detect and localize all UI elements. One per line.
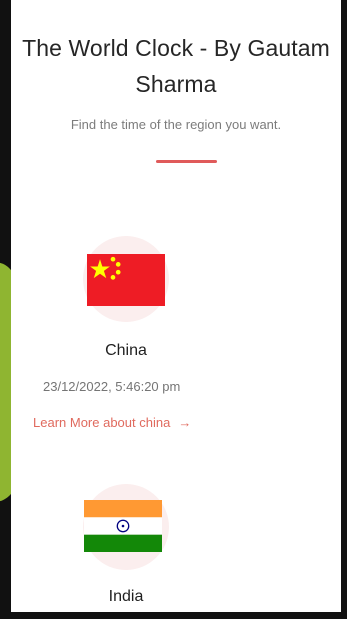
learn-more-label: Learn More about china bbox=[33, 415, 171, 430]
china-flag-icon bbox=[87, 254, 165, 306]
country-name: China bbox=[105, 342, 147, 359]
arrow-right-icon: → bbox=[178, 415, 192, 430]
page-subtitle: Find the time of the region you want. bbox=[70, 117, 282, 132]
country-time: 23/12/2022, 5:46:20 pm bbox=[43, 379, 181, 394]
page-title: The World Clock - By Gautam Sharma bbox=[11, 30, 341, 102]
window-frame-right bbox=[341, 0, 347, 619]
page-title-line-2: Sharma bbox=[135, 71, 217, 97]
learn-more-link-china[interactable]: Learn More about china → bbox=[33, 415, 191, 430]
country-name: India bbox=[108, 588, 144, 605]
window-frame-bottom bbox=[0, 612, 347, 619]
india-flag-icon bbox=[84, 500, 162, 552]
world-clock-page: The World Clock - By Gautam Sharma Find … bbox=[11, 0, 341, 612]
title-divider bbox=[156, 160, 217, 163]
page-title-line-1: The World Clock - By Gautam bbox=[22, 35, 330, 61]
